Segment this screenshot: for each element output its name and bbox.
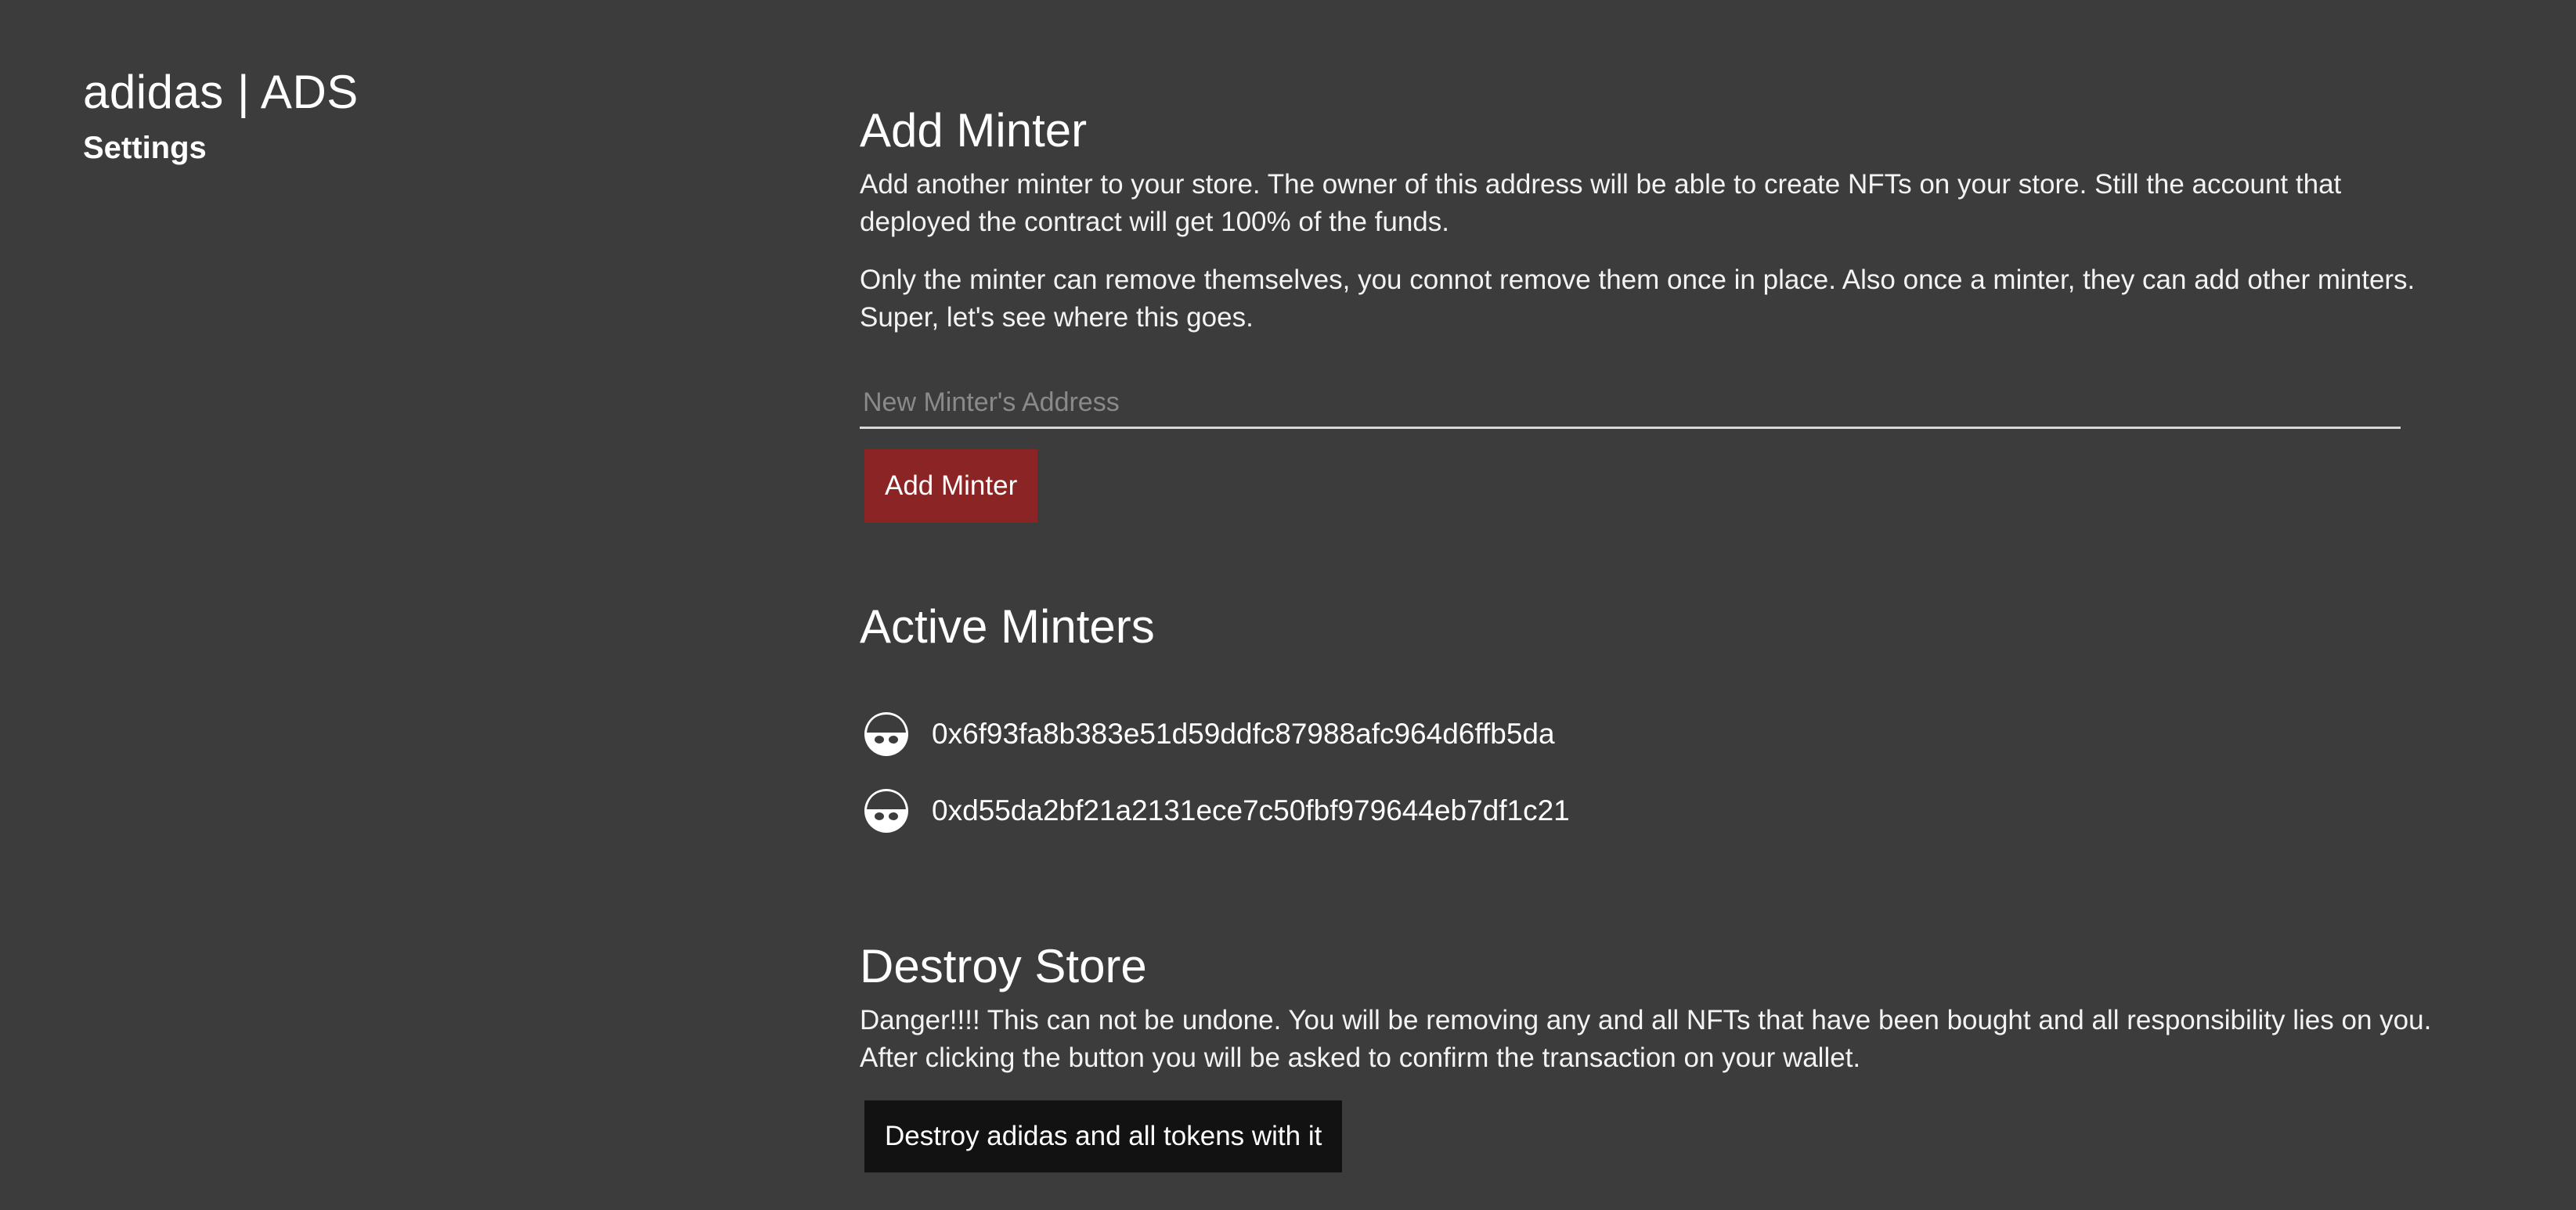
active-minters-section: Active Minters 0x6f93fa8b383e51d59ddfc87… [860,592,2433,836]
add-minter-button[interactable]: Add Minter [864,449,1038,523]
add-minter-title: Add Minter [860,104,1088,157]
main-content: Add Minter Add another minter to your st… [860,95,2433,1172]
destroy-store-section: Destroy Store Danger!!!! This can not be… [860,931,2433,1172]
minter-address: 0xd55da2bf21a2131ece7c50fbf979644eb7df1c… [932,794,1570,826]
sidebar: adidas | ADS Settings [83,63,631,167]
new-minter-address-input[interactable] [860,379,2401,429]
settings-link[interactable]: Settings [83,128,207,167]
add-minter-description: Add another minter to your store. The ow… [860,169,2342,237]
destroy-store-warning: Danger!!!! This can not be undone. You w… [860,1005,2432,1073]
add-minter-section: Add Minter Add another minter to your st… [860,95,2433,523]
user-avatar-icon [863,787,910,834]
user-avatar-icon [863,711,910,758]
minter-address: 0x6f93fa8b383e51d59ddfc87988afc964d6ffb5… [932,718,1555,750]
minter-list: 0x6f93fa8b383e51d59ddfc87988afc964d6ffb5… [860,709,2433,836]
store-title: adidas | ADS [83,66,359,118]
minter-list-item: 0xd55da2bf21a2131ece7c50fbf979644eb7df1c… [860,786,2433,836]
destroy-store-button[interactable]: Destroy adidas and all tokens with it [864,1100,1343,1172]
minter-list-item: 0x6f93fa8b383e51d59ddfc87988afc964d6ffb5… [860,709,2433,759]
add-minter-note: Only the minter can remove themselves, y… [860,265,2415,333]
destroy-store-title: Destroy Store [860,940,1147,992]
active-minters-title: Active Minters [860,600,1155,653]
